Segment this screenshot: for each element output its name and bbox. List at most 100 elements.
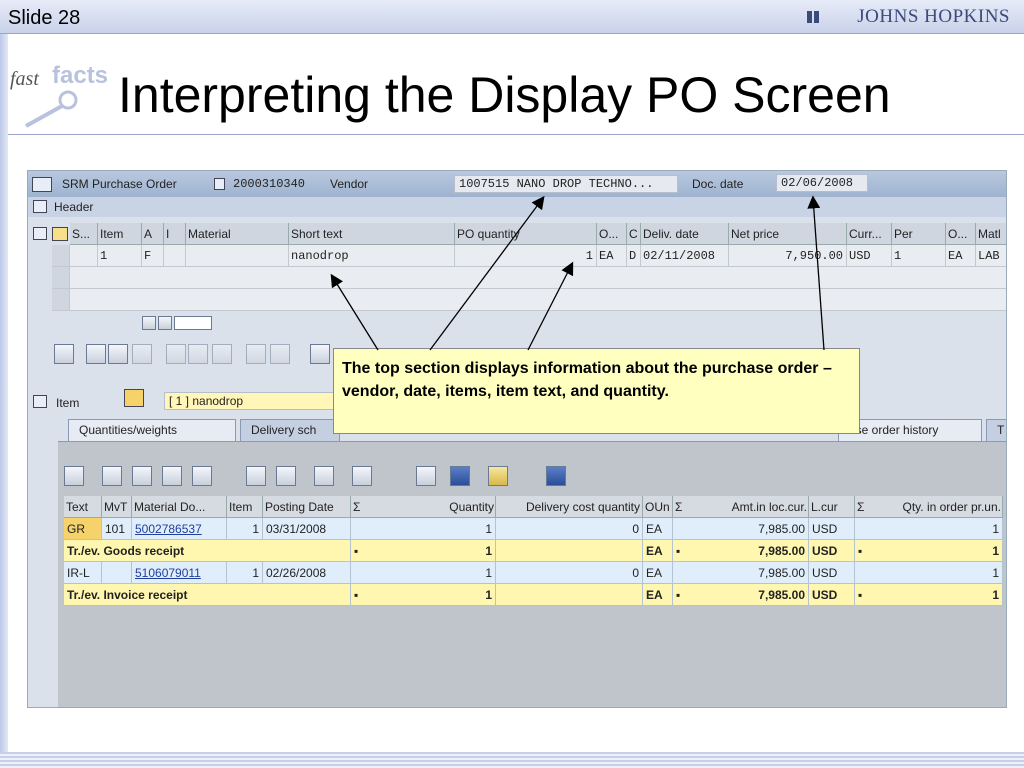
col-item[interactable]: Item: [227, 496, 263, 518]
cell-text[interactable]: GR: [64, 518, 102, 540]
cell-matl[interactable]: LAB :: [976, 245, 1006, 267]
col-item[interactable]: Item: [98, 223, 142, 245]
refresh-icon[interactable]: [546, 466, 566, 486]
cell-loc-cur: USD: [809, 518, 855, 540]
col-quantity[interactable]: Quantity: [351, 496, 496, 518]
col-material-doc[interactable]: Material Do...: [132, 496, 227, 518]
info-icon[interactable]: [450, 466, 470, 486]
cell-text[interactable]: IR-L: [64, 562, 102, 584]
cell-deliv-date[interactable]: 02/11/2008: [641, 245, 729, 267]
col-po-quantity[interactable]: PO quantity: [455, 223, 597, 245]
cell-po-quantity[interactable]: 1: [455, 245, 597, 267]
filter-icon[interactable]: [132, 466, 152, 486]
col-amount[interactable]: Amt.in loc.cur.: [673, 496, 809, 518]
document-icon[interactable]: [246, 466, 266, 486]
sum-marker: ▪: [858, 544, 863, 558]
item-dropdown[interactable]: [ 1 ] nanodrop: [164, 392, 334, 410]
binoculars-icon[interactable]: [162, 466, 182, 486]
disabled-icon: [166, 344, 186, 364]
table-settings-icon[interactable]: [33, 227, 47, 240]
print-icon[interactable]: [310, 344, 330, 364]
header-section[interactable]: Header: [28, 197, 1006, 217]
col-material[interactable]: Material: [186, 223, 289, 245]
subtotal-qty-value: 1: [485, 588, 492, 602]
item-icon[interactable]: [33, 395, 47, 408]
subtotal-empty: [496, 540, 643, 562]
cart-icon[interactable]: [32, 177, 52, 192]
col-net-price[interactable]: Net price: [729, 223, 847, 245]
col-i[interactable]: I: [164, 223, 186, 245]
vendor-field[interactable]: 1007515 NANO DROP TECHNO...: [454, 175, 678, 193]
graph-icon[interactable]: [314, 466, 334, 486]
row-selector[interactable]: [52, 289, 70, 311]
export-icon[interactable]: [276, 466, 296, 486]
doc-date-field[interactable]: 02/06/2008: [776, 174, 868, 192]
cell-i[interactable]: [164, 245, 186, 267]
tab-more[interactable]: T: [986, 419, 1006, 441]
cell-amount: 7,985.00: [673, 518, 809, 540]
cell-short-text[interactable]: nanodrop: [289, 245, 455, 267]
find-icon[interactable]: [64, 466, 84, 486]
col-per[interactable]: Per: [892, 223, 946, 245]
disabled-icon: [188, 344, 208, 364]
cell-unit[interactable]: EA: [597, 245, 627, 267]
col-posting-date[interactable]: Posting Date: [263, 496, 351, 518]
cell-net-price[interactable]: 7,950.00: [729, 245, 847, 267]
item-detail-icon[interactable]: [124, 389, 144, 407]
header-label: Header: [54, 200, 94, 214]
scrollbar-thumb[interactable]: [174, 316, 212, 330]
sum-marker: ▪: [354, 588, 359, 602]
col-qty-order-unit[interactable]: Qty. in order pr.un.: [855, 496, 1003, 518]
col-short-text[interactable]: Short text: [289, 223, 455, 245]
col-mvt[interactable]: MvT: [102, 496, 132, 518]
disabled-icon: [270, 344, 290, 364]
material-doc-link[interactable]: 5106079011: [132, 562, 227, 584]
subtotal-empty: [496, 584, 643, 606]
row-selector[interactable]: [52, 267, 70, 289]
expand-icon[interactable]: [86, 344, 106, 364]
col-c[interactable]: C: [627, 223, 641, 245]
cell-order-unit[interactable]: EA: [946, 245, 976, 267]
cell-material[interactable]: [186, 245, 289, 267]
cell-posting-date: 02/26/2008: [263, 562, 351, 584]
find-icon[interactable]: [54, 344, 74, 364]
tab-delivery-schedule[interactable]: Delivery sch: [240, 419, 340, 441]
col-deliv-date[interactable]: Deliv. date: [641, 223, 729, 245]
col-s[interactable]: S...: [70, 223, 98, 245]
filter-menu-icon[interactable]: [192, 466, 212, 486]
tab-quantities-weights[interactable]: Quantities/weights: [68, 419, 236, 441]
col-delivery-cost-qty[interactable]: Delivery cost quantity: [496, 496, 643, 518]
cell-currency[interactable]: USD: [847, 245, 892, 267]
scroll-left-icon[interactable]: [142, 316, 156, 330]
po-history-panel: Text MvT Material Do... Item Posting Dat…: [58, 441, 1006, 707]
abc-analysis-icon[interactable]: [416, 466, 436, 486]
magnifier-icon: [25, 90, 78, 128]
cell-item[interactable]: 1: [98, 245, 142, 267]
col-loc-cur[interactable]: L.cur: [809, 496, 855, 518]
cell-per[interactable]: 1: [892, 245, 946, 267]
col-a[interactable]: A: [142, 223, 164, 245]
row-selector[interactable]: [52, 245, 70, 267]
scroll-right-icon[interactable]: [158, 316, 172, 330]
cell-a[interactable]: F: [142, 245, 164, 267]
cell-c[interactable]: D: [627, 245, 641, 267]
col-order-unit[interactable]: O...: [946, 223, 976, 245]
subtotal-cur: USD: [809, 540, 855, 562]
header-icon[interactable]: [33, 200, 47, 213]
collapse-icon[interactable]: [108, 344, 128, 364]
print-icon[interactable]: [102, 466, 122, 486]
cell-quantity: 1: [351, 518, 496, 540]
settings-icon[interactable]: [488, 466, 508, 486]
cell-posting-date: 03/31/2008: [263, 518, 351, 540]
bottom-bar: [0, 752, 1024, 768]
brand-name: JOHNS HOPKINS: [857, 6, 1010, 27]
select-all-icon[interactable]: [52, 227, 68, 241]
col-curr[interactable]: Curr...: [847, 223, 892, 245]
col-text[interactable]: Text: [64, 496, 102, 518]
material-doc-link[interactable]: 5002786537: [132, 518, 227, 540]
layout-icon[interactable]: [352, 466, 372, 486]
col-matl[interactable]: Matl: [976, 223, 1006, 245]
col-o[interactable]: O...: [597, 223, 627, 245]
disabled-icon: [132, 344, 152, 364]
col-oun[interactable]: OUn: [643, 496, 673, 518]
